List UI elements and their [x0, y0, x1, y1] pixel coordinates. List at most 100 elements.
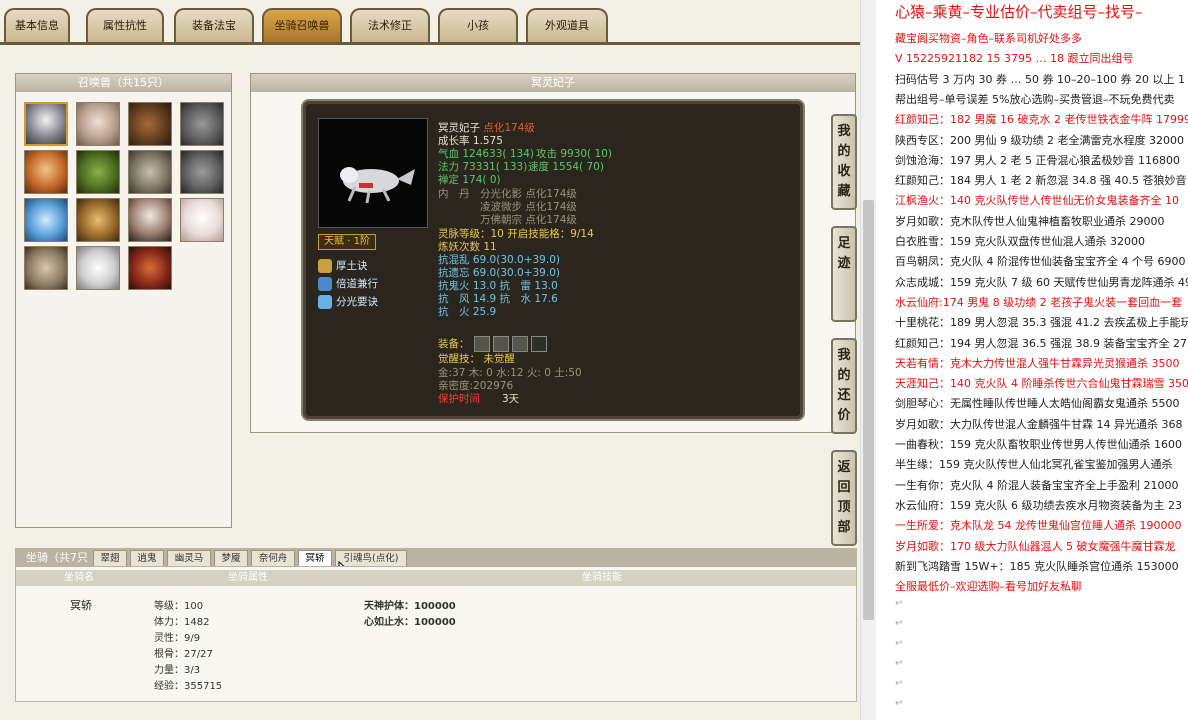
equip-slot-icon[interactable] — [474, 336, 490, 352]
summon-avatar[interactable] — [24, 150, 68, 194]
tab-basic-info[interactable]: 基本信息 — [4, 8, 70, 42]
doc-line: 藏宝阁买物资–角色–联系司机好处多多 — [895, 32, 1082, 45]
summon-avatar[interactable] — [76, 246, 120, 290]
earth-skill-icon — [318, 259, 332, 273]
doc-line: V 15225921182 15 3795 … 18 跟立同出组号 — [895, 52, 1134, 66]
mount-tab[interactable]: 翠翅 — [93, 550, 127, 566]
mount-tab-selected[interactable]: 冥轿 — [298, 550, 332, 566]
skill-row[interactable]: 厚土诀 — [318, 258, 368, 273]
mount-name: 冥轿 — [70, 599, 92, 612]
doc-line: 白衣胜雪：159 克火队双盘传世仙混人通杀 32000 — [895, 235, 1145, 248]
summon-avatar[interactable] — [24, 102, 68, 146]
doc-line: 剑蚀沧海：197 男人 2 老 5 正骨混心狼孟极妙音 116800 — [895, 153, 1180, 167]
protect-time-label: 保护时间 — [438, 393, 480, 405]
mount-attr: 力量：3/3 — [154, 665, 201, 676]
summon-avatar[interactable] — [76, 102, 120, 146]
equip-slot-icon[interactable] — [512, 336, 528, 352]
resistance-line: 抗 风 14.9 抗 水 17.6 — [438, 293, 558, 305]
back-to-top-button[interactable]: 返回顶部 — [831, 450, 857, 546]
mount-tabs: 坐骑（共7只 翠翅 逍鬼 幽灵马 梦魇 奈何舟 冥轿 引魂鸟(点化) — [15, 548, 857, 566]
mount-skill: 心如止水：100000 — [364, 617, 456, 628]
paragraph-mark-icon: ↵ — [895, 698, 904, 709]
summon-avatar[interactable] — [24, 198, 68, 242]
mount-attr: 灵性：9/9 — [154, 633, 201, 644]
doc-line: 百鸟朝凤：克火队 4 阶混传世仙装备宝宝齐全 4 个号 6900 — [895, 255, 1186, 269]
tab-attributes[interactable]: 属性抗性 — [86, 8, 164, 42]
summon-portrait — [318, 118, 428, 228]
resistance-line: 抗遗忘 69.0(30.0+39.0) — [438, 267, 560, 279]
speed-skill-icon — [318, 277, 332, 291]
summon-avatar[interactable] — [76, 150, 120, 194]
protect-time-value: 3天 — [502, 393, 520, 405]
equip-slot-icon[interactable] — [531, 336, 547, 352]
summon-avatar[interactable] — [128, 198, 172, 242]
doc-line: 剑胆琴心：无属性睡队传世睡人太皓仙阁霸女鬼通杀 5500 — [895, 397, 1180, 411]
attack-stat: 攻击 9930( 10) — [536, 148, 612, 160]
intimacy: 亲密度:202976 — [438, 380, 514, 392]
summon-stat-card: 天赋 · 1阶 厚土诀 倍道兼行 分光要诀 冥灵妃子 点化174级 成长率 1.… — [303, 101, 803, 419]
col-mount-skill: 坐骑技能 — [582, 572, 622, 583]
mount-skill: 天神护体：100000 — [364, 601, 456, 612]
scrollbar-thumb[interactable] — [863, 200, 874, 620]
mount-table: 坐骑名 坐骑属性 坐骑技能 冥轿 等级：100 体力：1482 灵性：9/9 根… — [15, 566, 857, 702]
growth-rate: 成长率 1.575 — [438, 135, 503, 147]
doc-line: 一生所爱：克木队龙 54 龙传世鬼仙宫位睡人通杀 190000 — [895, 519, 1182, 533]
skill-row[interactable]: 倍道兼行 — [318, 276, 378, 291]
doc-line: 水云仙府:174 男鬼 8 级功绩 2 老孩子鬼火装一套回血一套 — [895, 295, 1183, 309]
inner-dan-item: 万佛朝宗 点化174级 — [480, 214, 577, 226]
tab-spell[interactable]: 法术修正 — [350, 8, 430, 42]
summon-avatar[interactable] — [180, 198, 224, 242]
doc-line: 全服最低价–欢迎选购–看号加好友私聊 — [895, 580, 1082, 594]
tab-mount-summon[interactable]: 坐骑召唤兽 — [262, 8, 342, 42]
tab-equipment[interactable]: 装备法宝 — [174, 8, 254, 42]
my-favorites-button[interactable]: 我的收藏 — [831, 114, 857, 210]
summon-list-panel: 召唤兽（共15只） — [15, 73, 232, 528]
doc-line: 一曲春秋：159 克火队畜牧职业传世男人传世仙通杀 1600 — [895, 438, 1182, 451]
hp-stat: 气血 124633( 134) — [438, 148, 534, 160]
paragraph-mark-icon: ↵ — [895, 638, 904, 649]
summon-avatar[interactable] — [180, 102, 224, 146]
summon-name-line: 冥灵妃子 点化174级 — [438, 122, 535, 134]
paragraph-mark-icon: ↵ — [895, 598, 904, 609]
doc-line: 半生缘：159 克火队传世人仙北冥孔雀宝鉴加强男人通杀 — [895, 458, 1173, 472]
skill-row[interactable]: 分光要诀 — [318, 294, 378, 309]
summon-avatar[interactable] — [128, 102, 172, 146]
my-bargain-button[interactable]: 我的还价 — [831, 338, 857, 434]
resistance-line: 抗 火 25.9 — [438, 306, 497, 318]
footprint-button[interactable]: 足迹 — [831, 226, 857, 322]
mount-attr: 等级：100 — [154, 601, 204, 612]
doc-line: 岁月如歌：大力队传世混人金麟强牛甘霖 14 异光通杀 368 — [895, 417, 1183, 431]
inner-dan-item: 分光化影 点化174级 — [480, 188, 577, 200]
mount-tab[interactable]: 逍鬼 — [130, 550, 164, 566]
summon-avatar[interactable] — [128, 246, 172, 290]
page-scrollbar[interactable] — [860, 0, 876, 720]
doc-line: 帮出组号–单号误差 5%放心选购–买贵管退–不玩免费代卖 — [895, 92, 1175, 106]
doc-line: 扫码估号 3 万内 30 券 … 50 券 10–20–100 券 20 以上 … — [895, 72, 1185, 86]
element-values: 金:37 木: 0 水:12 火: 0 土:50 — [438, 367, 582, 379]
mount-tab[interactable]: 幽灵马 — [167, 550, 211, 566]
summon-avatar[interactable] — [180, 150, 224, 194]
doc-line: 水云仙府：159 克火队 6 级功绩去疾水月物资装备为主 23 — [895, 498, 1182, 512]
resistance-line: 抗混乱 69.0(30.0+39.0) — [438, 254, 560, 266]
doc-line: 陕西专区：200 男仙 9 级功绩 2 老全满雷克水程度 32000 — [895, 133, 1184, 147]
equip-slot-icon[interactable] — [493, 336, 509, 352]
wolf-sprite-icon — [340, 167, 415, 204]
talent-badge: 天赋 · 1阶 — [318, 234, 376, 250]
doc-title: 心猿–乘黄–专业估价–代卖组号–找号– — [895, 3, 1143, 21]
summon-avatar[interactable] — [128, 150, 172, 194]
summon-avatar[interactable] — [24, 246, 68, 290]
mount-tab[interactable]: 奈何舟 — [251, 550, 295, 566]
mount-count-label: 坐骑（共7只 — [26, 551, 88, 564]
tab-appearance[interactable]: 外观道具 — [526, 8, 608, 42]
summon-avatar[interactable] — [76, 198, 120, 242]
advert-document: 心猿–乘黄–专业估价–代卖组号–找号– ↵ ↵ ↵ ↵ ↵ ↵ 藏宝阁买物资–角… — [877, 0, 1188, 720]
refine-count: 炼妖次数 11 — [438, 241, 497, 253]
mount-tab[interactable]: 梦魇 — [214, 550, 248, 566]
equip-label: 装备： — [438, 338, 470, 350]
doc-line: 江枫渔火：140 克火队传世人传世仙无价女鬼装备齐全 10 — [895, 194, 1179, 208]
split-skill-icon — [318, 295, 332, 309]
awaken-skill: 觉醒技： 未觉醒 — [438, 353, 515, 365]
tab-child[interactable]: 小孩 — [438, 8, 518, 42]
main-tabs: 基本信息 属性抗性 装备法宝 坐骑召唤兽 法术修正 小孩 外观道具 — [0, 0, 862, 44]
doc-line: 天涯知己：140 克火队 4 阶睡杀传世六合仙鬼甘霖瑞雪 350 — [895, 377, 1188, 391]
